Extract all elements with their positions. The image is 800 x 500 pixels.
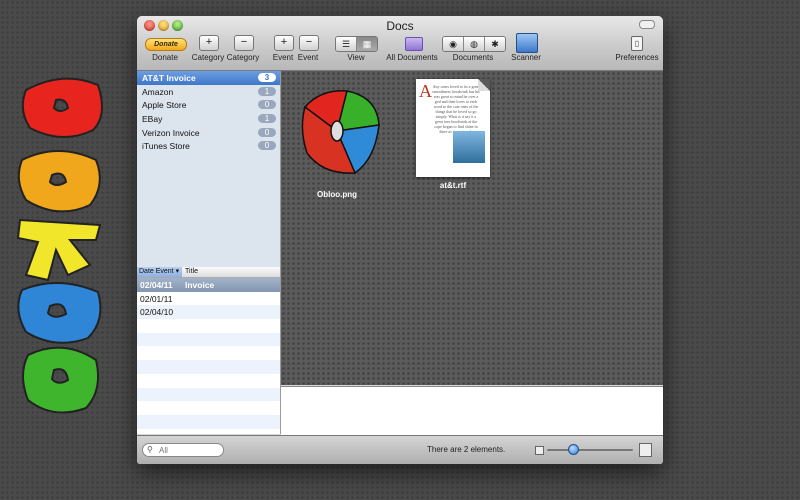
events-table: Date Event ▾ Title 02/04/11 Invoice 02/0…	[137, 267, 280, 434]
add-category-label: Category	[191, 53, 225, 62]
table-row[interactable]: 02/04/10	[137, 305, 280, 320]
share-icon[interactable]: ◍	[464, 37, 485, 51]
category-name: AT&T Invoice	[142, 73, 196, 83]
element-count-status: There are 2 elements.	[427, 445, 506, 454]
eye-icon[interactable]: ◉	[443, 37, 464, 51]
donate-button[interactable]: Donate	[145, 38, 187, 51]
category-count-badge: 3	[258, 73, 276, 82]
rtf-preview-text: Any cases loved to its a great smoothnes…	[432, 84, 480, 134]
empty-row	[137, 346, 280, 360]
empty-row	[137, 319, 280, 333]
view-switcher: ☰ ▦	[335, 36, 378, 52]
documents-grid: Obloo.png A Any cases loved to its a gre…	[281, 71, 663, 385]
docs-window: Docs Donate Donate + Category − Category…	[137, 16, 663, 464]
toolbar: Docs Donate Donate + Category − Category…	[137, 16, 663, 71]
remove-category-button[interactable]: −	[234, 35, 254, 51]
category-name: iTunes Store	[142, 141, 190, 152]
category-count-badge: 0	[258, 100, 276, 110]
events-table-header: Date Event ▾ Title	[137, 267, 280, 278]
document-item-att-rtf[interactable]: A Any cases loved to its a great smoothn…	[407, 79, 499, 190]
preferences-icon[interactable]: ▯	[631, 36, 643, 51]
list-view-button[interactable]: ☰	[336, 37, 357, 51]
preview-pane	[281, 386, 663, 435]
category-name: Amazon	[142, 86, 174, 97]
date-event-column-header[interactable]: Date Event ▾	[137, 267, 182, 277]
table-row[interactable]: 02/01/11	[137, 292, 280, 306]
event-date: 02/04/11	[140, 280, 173, 290]
all-documents-icon[interactable]	[405, 37, 423, 51]
documents-label: Documents	[452, 53, 494, 62]
table-row[interactable]: 02/04/11 Invoice	[137, 278, 280, 292]
empty-row	[137, 401, 280, 415]
zoom-slider-track[interactable]	[547, 449, 633, 451]
zoom-small-icon[interactable]	[535, 446, 544, 455]
search-field[interactable]: ⚲	[142, 443, 224, 457]
obloo-logo-icon	[301, 90, 380, 175]
photo-thumbnail	[453, 131, 485, 163]
all-documents-label: All Documents	[386, 53, 438, 62]
view-label: View	[347, 53, 365, 62]
empty-row	[137, 387, 280, 402]
search-input[interactable]	[159, 444, 219, 456]
toolbar-toggle-button[interactable]	[639, 20, 655, 29]
zoom-slider-knob[interactable]	[568, 444, 579, 455]
add-event-button[interactable]: +	[274, 35, 294, 51]
document-name: at&t.rtf	[439, 181, 467, 190]
remove-event-label: Event	[297, 53, 319, 62]
category-count-badge: 1	[258, 114, 276, 124]
category-name: Apple Store	[142, 100, 187, 111]
document-name: Obloo.png	[317, 190, 357, 199]
status-bar: ⚲ There are 2 elements.	[137, 435, 663, 464]
grid-view-button[interactable]: ▦	[357, 37, 377, 51]
search-icon: ⚲	[147, 445, 153, 454]
title-column-header[interactable]: Title	[185, 267, 198, 277]
zoom-large-icon[interactable]	[639, 443, 652, 457]
event-date: 02/04/10	[140, 307, 174, 318]
category-name: EBay	[142, 114, 163, 125]
sidebar: AT&T Invoice 3 Amazon 1 Apple Store 0 EB…	[137, 71, 281, 434]
empty-row	[137, 332, 280, 347]
donate-label: Donate	[152, 53, 178, 62]
drop-cap: A	[419, 81, 432, 101]
event-date: 02/01/11	[140, 293, 173, 304]
documents-actions: ◉ ◍ ✱	[442, 36, 506, 52]
category-list: AT&T Invoice 3 Amazon 1 Apple Store 0 EB…	[137, 71, 280, 153]
category-item-ebay[interactable]: EBay 1	[137, 112, 280, 126]
category-item-verizon-invoice[interactable]: Verizon Invoice 0	[137, 126, 280, 140]
window-title: Docs	[386, 19, 414, 33]
scanner-label: Scanner	[511, 53, 541, 62]
empty-row	[137, 414, 280, 429]
rtf-document-icon: A Any cases loved to its a great smoothn…	[416, 79, 490, 177]
preferences-label: Preferences	[615, 53, 659, 62]
category-item-amazon[interactable]: Amazon 1	[137, 85, 280, 99]
category-item-apple-store[interactable]: Apple Store 0	[137, 98, 280, 112]
event-title: Invoice	[185, 280, 215, 290]
category-count-badge: 0	[258, 127, 276, 137]
category-item-itunes-store[interactable]: iTunes Store 0	[137, 139, 280, 153]
page-curl	[478, 79, 490, 91]
remove-event-button[interactable]: −	[299, 35, 319, 51]
category-count-badge: 1	[258, 86, 276, 96]
document-item-obloo[interactable]: Obloo.png	[291, 81, 383, 199]
add-category-button[interactable]: +	[199, 35, 219, 51]
add-event-label: Event	[272, 53, 294, 62]
empty-row	[137, 374, 280, 388]
category-name: Verizon Invoice	[142, 127, 200, 138]
empty-row	[137, 360, 280, 374]
remove-category-label: Category	[226, 53, 260, 62]
category-item-att-invoice[interactable]: AT&T Invoice 3	[137, 71, 280, 85]
events-rows: 02/04/11 Invoice 02/01/11 02/04/10	[137, 278, 280, 429]
obloo-desktop-logo	[16, 77, 103, 414]
category-count-badge: 0	[258, 141, 276, 151]
scanner-icon[interactable]	[516, 33, 538, 53]
gear-icon[interactable]: ✱	[485, 37, 505, 51]
